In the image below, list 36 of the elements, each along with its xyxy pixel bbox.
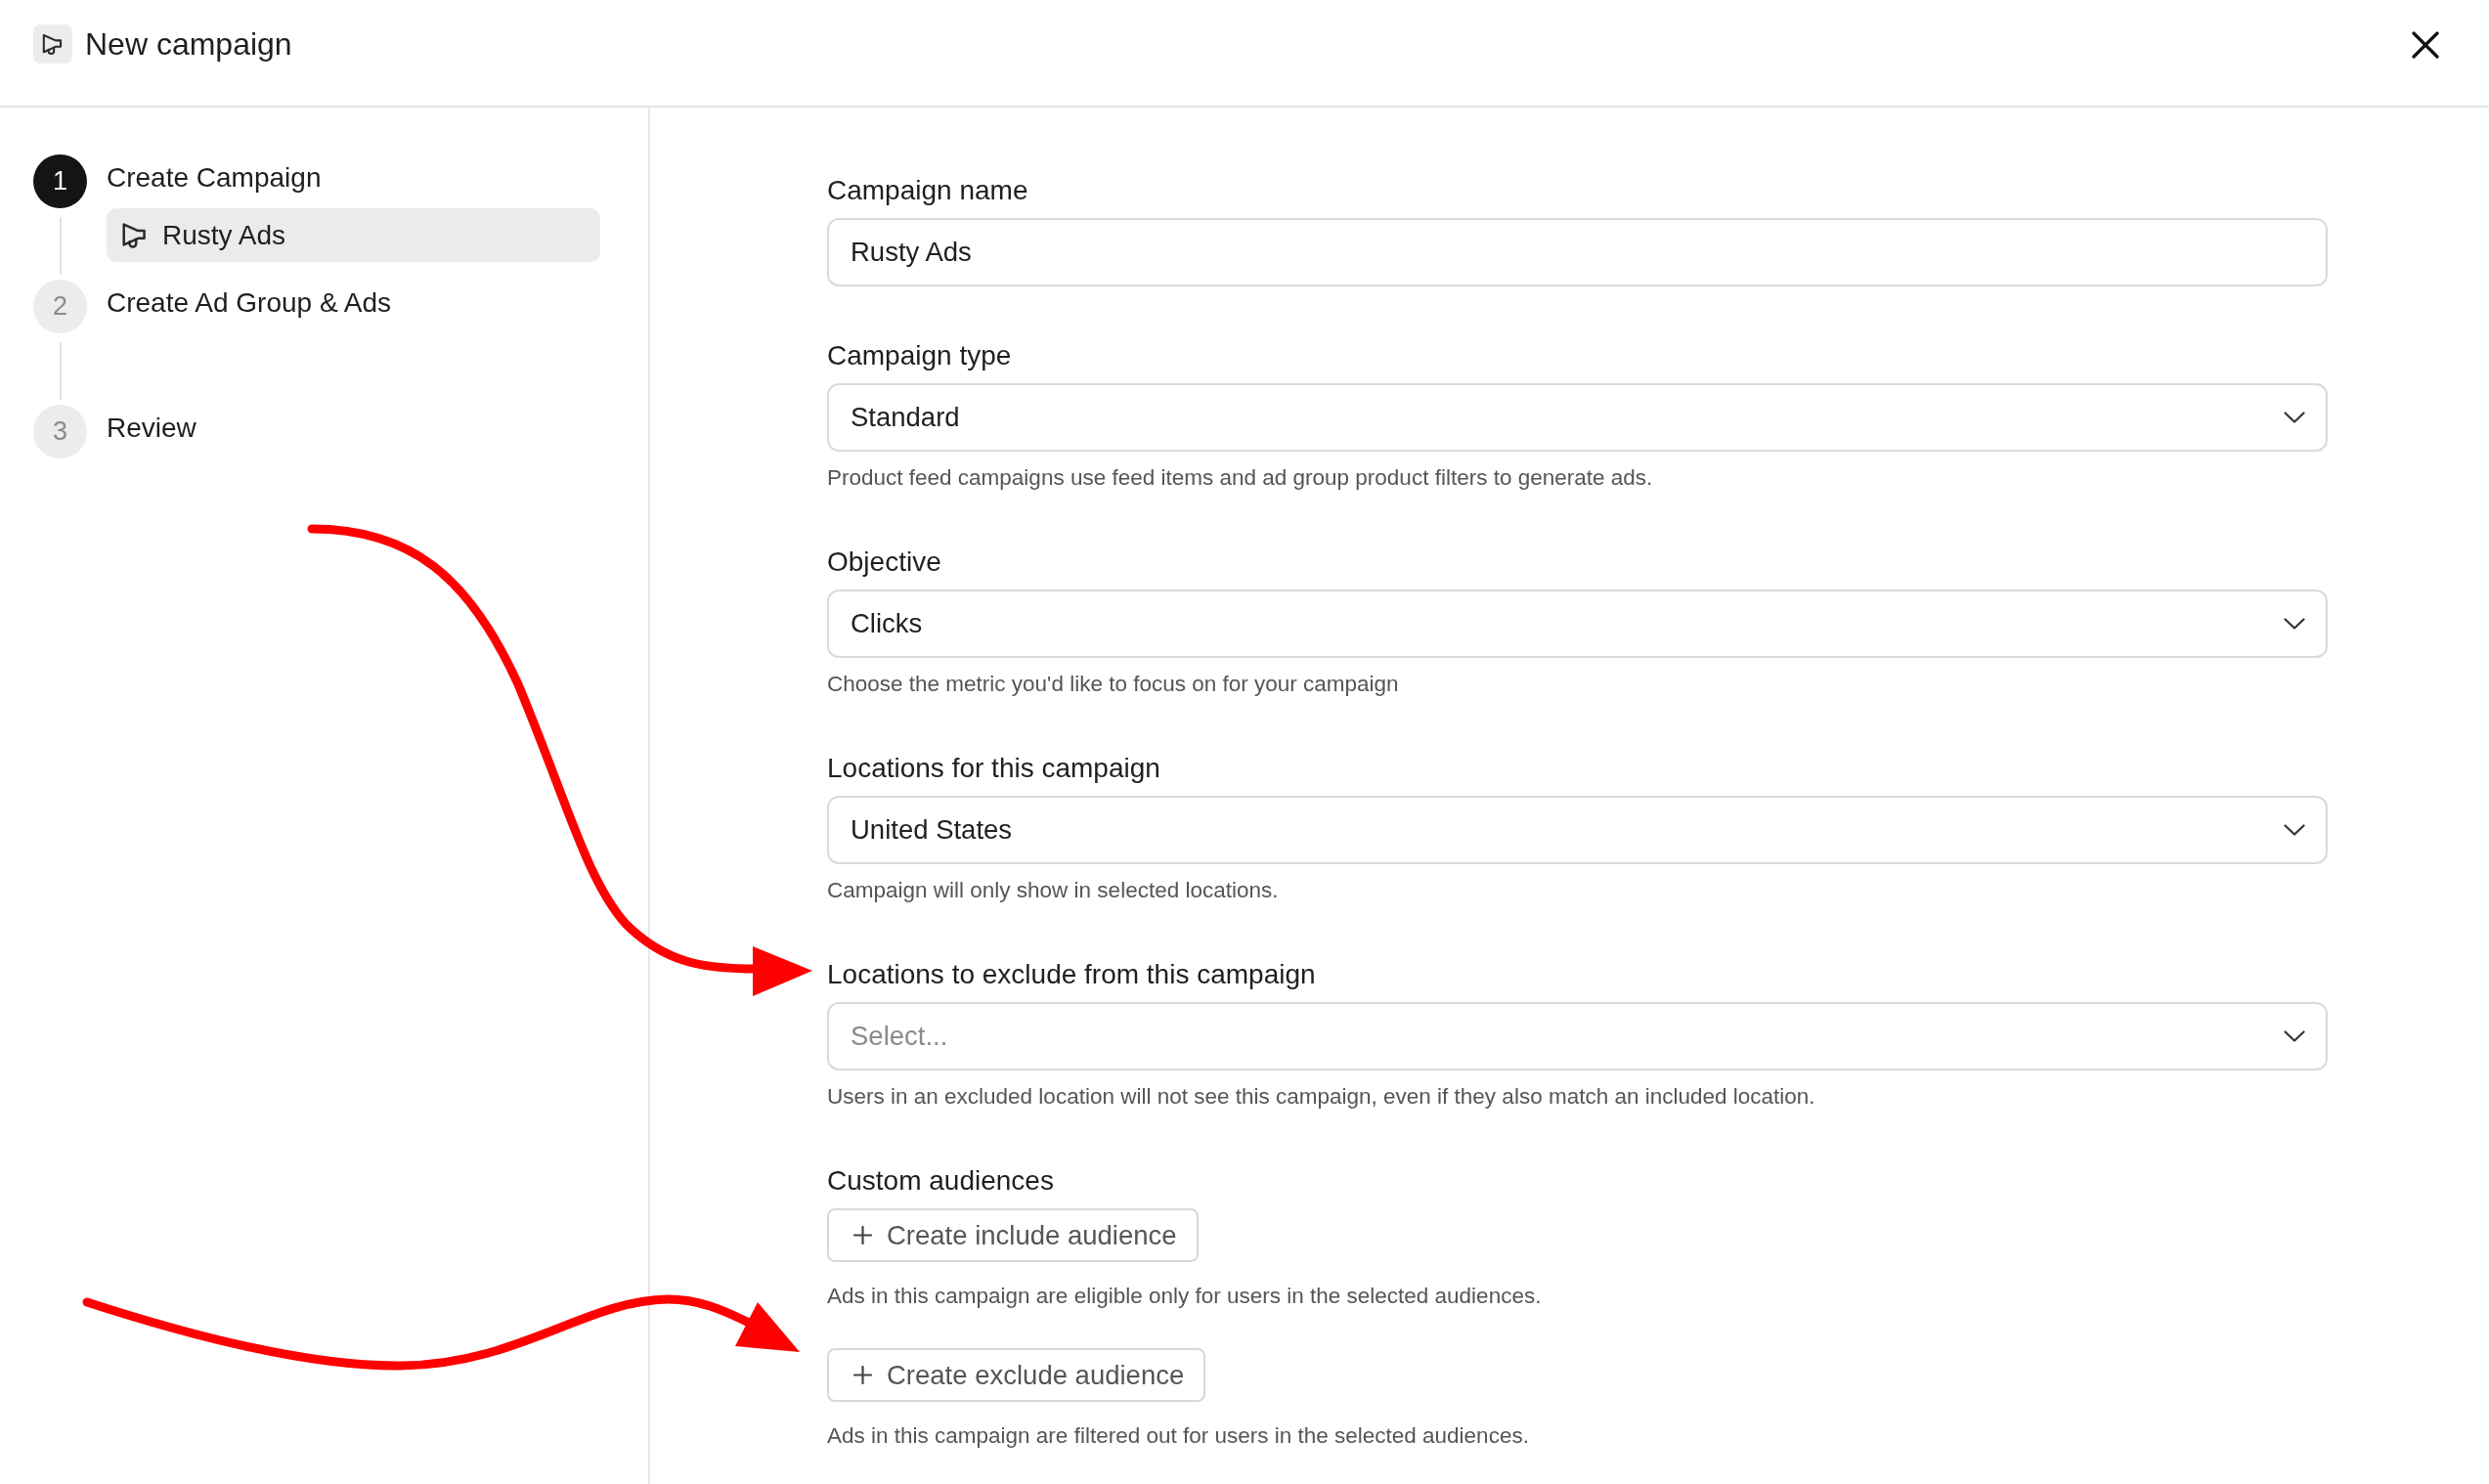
step-label: Create Ad Group & Ads (107, 287, 392, 318)
field-label: Campaign type (827, 340, 1012, 371)
field-label: Locations for this campaign (827, 753, 1160, 783)
field-label: Custom audiences (827, 1165, 1054, 1196)
select-field[interactable]: United States (827, 796, 2328, 864)
add-audience-button[interactable]: Create exclude audience (827, 1348, 1206, 1402)
help-text: Product feed campaigns use feed items and ad group product filters to generate ads. (827, 464, 1654, 492)
select-field[interactable]: Standard (827, 383, 2328, 452)
help-text: Campaign will only show in selected locations. (827, 877, 1280, 904)
select-field[interactable]: Select... (827, 1002, 2328, 1070)
page-title: New campaign (85, 25, 292, 64)
close-button[interactable] (2412, 31, 2439, 59)
chevron-down-icon[interactable] (2284, 1030, 2305, 1042)
campaign-list-item[interactable]: Rusty Ads (107, 208, 600, 262)
help-text: Ads in this campaign are eligible only for users in the selected audiences. (827, 1283, 1543, 1310)
select-field[interactable]: Clicks (827, 589, 2328, 658)
help-text: Ads in this campaign are filtered out for users in the selected audiences. (827, 1422, 1530, 1450)
help-text: Users in an excluded location will not see this campaign, even if they also match an included location. (827, 1083, 1816, 1111)
step-number: 1 (33, 154, 87, 208)
megaphone-icon (33, 24, 72, 64)
plus-icon[interactable] (853, 1366, 872, 1384)
step-number: 3 (33, 405, 87, 458)
chevron-down-icon[interactable] (2284, 618, 2305, 630)
chevron-down-icon[interactable] (2284, 412, 2305, 423)
step-label: Review (107, 413, 196, 443)
chevron-down-icon[interactable] (2284, 824, 2305, 836)
megaphone-icon (122, 222, 146, 248)
field-label: Locations to exclude from this campaign (827, 959, 1316, 989)
plus-icon[interactable] (853, 1226, 872, 1244)
step-label: Create Campaign (107, 162, 322, 193)
help-text: Choose the metric you'd like to focus on for your campaign (827, 671, 1400, 698)
field-label: Objective (827, 546, 941, 577)
text-field[interactable]: Rusty Ads (827, 218, 2328, 286)
field-label: Campaign name (827, 175, 1028, 205)
step-number: 2 (33, 280, 87, 333)
add-audience-button[interactable]: Create include audience (827, 1208, 1199, 1262)
